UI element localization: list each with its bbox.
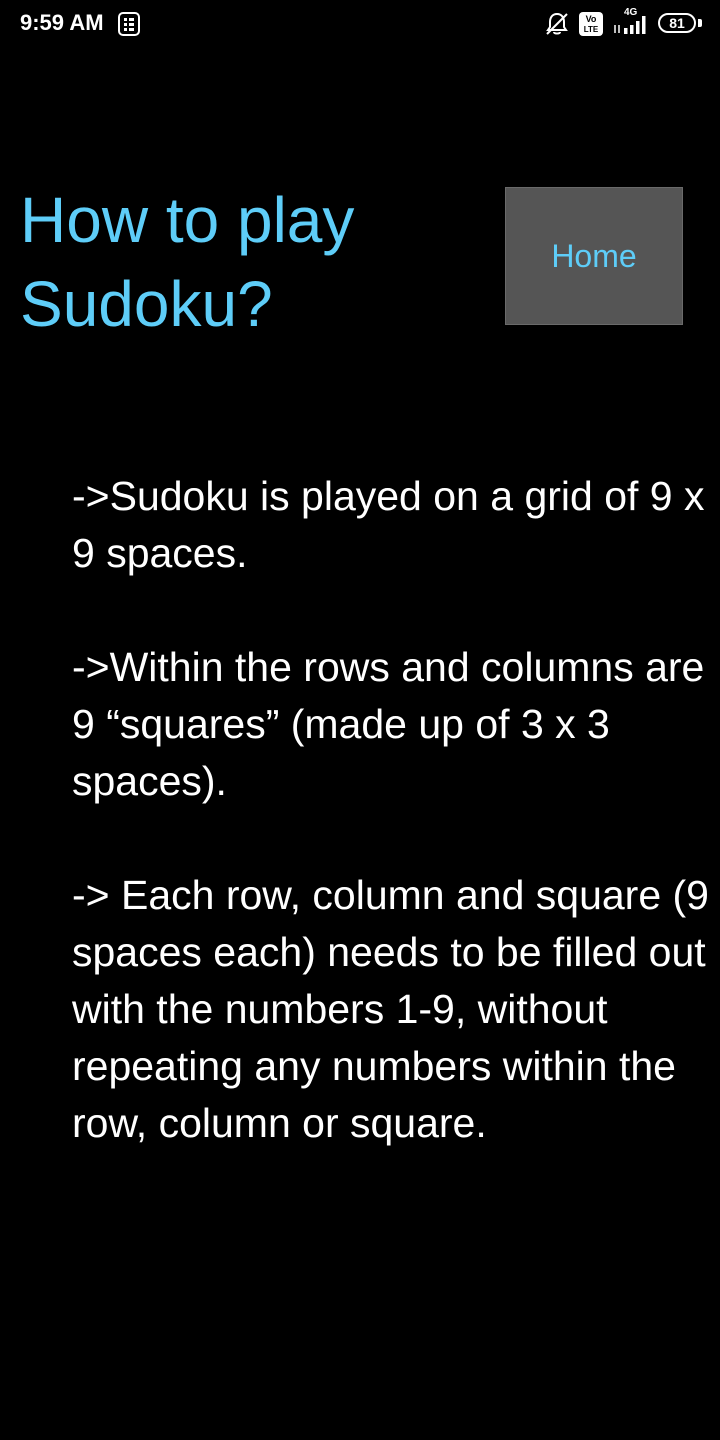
home-button[interactable]: Home [505, 187, 683, 325]
volte-icon: Vo LTE [579, 12, 603, 36]
page-title: How to play Sudoku? [20, 184, 355, 340]
battery-icon: 81 [658, 13, 702, 35]
instruction-rules: -> Each row, column and square (9 spaces… [72, 872, 709, 1146]
status-time: 9:59 AM [20, 10, 104, 35]
instruction-squares: ->Within the rows and columns are 9 “squ… [72, 644, 705, 804]
svg-text:Vo: Vo [586, 14, 597, 24]
status-icons: Vo LTE 4G 81 [544, 7, 702, 38]
signal-icon [614, 16, 646, 34]
silent-bell-icon [546, 12, 568, 35]
instructions-list: ->Sudoku is played on a grid of 9 x 9 sp… [72, 468, 712, 1209]
battery-level: 81 [669, 15, 685, 31]
app-notification-icon [118, 12, 140, 36]
signal-group: 4G [612, 7, 650, 37]
status-bar: 9:59 AM Vo LTE 4G 81 [0, 0, 720, 50]
svg-text:LTE: LTE [584, 25, 599, 34]
instruction-grid: ->Sudoku is played on a grid of 9 x 9 sp… [72, 473, 705, 576]
